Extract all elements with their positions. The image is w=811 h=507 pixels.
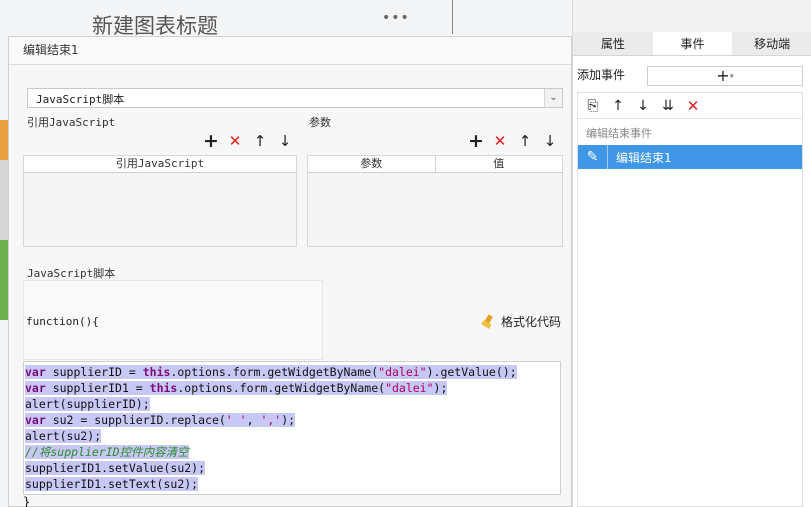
- event-item-label: 编辑结束1: [616, 150, 672, 165]
- move-up-icon[interactable]: ↑: [518, 133, 532, 149]
- move-down-icon[interactable]: ↓: [278, 133, 292, 149]
- add-event-label: 添加事件: [577, 68, 626, 82]
- code-token: var: [25, 381, 46, 395]
- ref-js-table[interactable]: 引用JavaScript: [23, 155, 297, 247]
- code-token: supplierID1.setValue(su2);: [25, 461, 206, 475]
- plus-icon: +: [716, 66, 730, 85]
- format-code-label: 格式化代码: [501, 315, 562, 329]
- code-token: ).getValue();: [426, 365, 517, 379]
- code-token: "dalei": [378, 365, 427, 379]
- guide-line: [452, 0, 453, 34]
- sort-icon[interactable]: ⇊: [661, 98, 675, 114]
- params-label: 参数: [309, 116, 331, 129]
- edit-event-dialog: 编辑结束1 JavaScript脚本 ⌄ 引用JavaScript 参数 + ✕…: [8, 36, 572, 507]
- code-token: ',': [260, 413, 282, 427]
- move-down-icon[interactable]: ↓: [543, 133, 557, 149]
- code-token: "dalei": [385, 381, 434, 395]
- params-toolbar: + ✕ ↑ ↓: [468, 132, 557, 151]
- code-token: su2 = supplierID.replace(: [45, 413, 226, 427]
- script-type-value: JavaScript脚本: [36, 93, 125, 106]
- code-line[interactable]: supplierID1.setText(su2);: [25, 476, 560, 492]
- move-down-icon[interactable]: ↓: [636, 98, 650, 114]
- code-token: var: [25, 365, 46, 379]
- value-column-header: 值: [493, 157, 505, 170]
- edit-icon[interactable]: ✎: [578, 145, 608, 169]
- event-group-label: 编辑结束事件: [586, 127, 652, 140]
- code-token: .options.form.getWidgetByName(: [170, 365, 379, 379]
- code-token: );: [433, 381, 448, 395]
- code-token: );: [281, 413, 296, 427]
- code-token: supplierID1.setText(su2);: [25, 477, 199, 491]
- code-line[interactable]: alert(supplierID);: [25, 396, 560, 412]
- copy-icon[interactable]: ⎘: [586, 98, 600, 114]
- ref-js-label: 引用JavaScript: [27, 116, 116, 129]
- script-type-select[interactable]: JavaScript脚本 ⌄: [27, 88, 563, 108]
- code-line[interactable]: //将supplierID控件内容清空: [25, 444, 560, 460]
- code-line[interactable]: supplierID1.setValue(su2);: [25, 460, 560, 476]
- more-options-icon[interactable]: •••: [382, 10, 410, 26]
- params-table[interactable]: 参数 值: [307, 155, 563, 247]
- delete-icon[interactable]: ✕: [228, 133, 242, 149]
- param-column-header: 参数: [308, 156, 436, 172]
- code-editor[interactable]: var supplierID = this.options.form.getWi…: [23, 361, 561, 495]
- code-line[interactable]: alert(su2);: [25, 428, 560, 444]
- add-event-button[interactable]: +▾: [647, 66, 803, 86]
- event-toolbar: ⎘ ↑ ↓ ⇊ ✕: [578, 93, 802, 119]
- tab-events[interactable]: 事件: [652, 32, 733, 55]
- brush-icon: [481, 315, 497, 329]
- script-section-label: JavaScript脚本: [27, 267, 116, 280]
- delete-icon[interactable]: ✕: [686, 97, 700, 115]
- code-token: alert(su2);: [25, 429, 102, 443]
- ref-js-column-header: 引用JavaScript: [115, 157, 205, 170]
- code-token: var: [25, 413, 46, 427]
- format-code-button[interactable]: 格式化代码: [481, 313, 561, 330]
- move-up-icon[interactable]: ↑: [611, 98, 625, 114]
- code-token: ,: [246, 413, 261, 427]
- code-token: .options.form.getWidgetByName(: [177, 381, 386, 395]
- code-line[interactable]: var su2 = supplierID.replace(' ', ',');: [25, 412, 560, 428]
- dialog-title: 编辑结束1: [9, 37, 571, 65]
- code-token: supplierID =: [45, 365, 143, 379]
- tab-properties[interactable]: 属性: [573, 32, 653, 55]
- function-header: function(){: [26, 315, 99, 328]
- function-header-area: function(){: [23, 280, 323, 360]
- code-token: alert(supplierID);: [25, 397, 150, 411]
- event-item[interactable]: ✎ 编辑结束1: [578, 145, 802, 169]
- ref-js-toolbar: + ✕ ↑ ↓: [203, 132, 292, 151]
- code-line[interactable]: var supplierID = this.options.form.getWi…: [25, 364, 560, 380]
- panel-top-bar: [573, 0, 811, 32]
- code-token: this: [142, 365, 171, 379]
- code-token: supplierID1 =: [45, 381, 150, 395]
- tab-mobile[interactable]: 移动端: [732, 32, 811, 55]
- add-icon[interactable]: +: [468, 132, 484, 151]
- event-list: ⎘ ↑ ↓ ⇊ ✕ 编辑结束事件 ✎ 编辑结束1: [577, 92, 803, 507]
- closing-brace: }: [23, 495, 31, 507]
- code-token: this: [149, 381, 178, 395]
- code-token: //将supplierID控件内容清空: [25, 445, 189, 459]
- code-token: ' ': [225, 413, 247, 427]
- code-line[interactable]: var supplierID1 = this.options.form.getW…: [25, 380, 560, 396]
- dropdown-arrow-icon: ▾: [729, 71, 734, 81]
- panel-tabs: 属性 事件 移动端: [573, 32, 811, 56]
- right-panel: 属性 事件 移动端 添加事件 +▾ ⎘ ↑ ↓ ⇊ ✕ 编辑结束事件 ✎ 编辑结…: [572, 0, 811, 507]
- move-up-icon[interactable]: ↑: [253, 133, 267, 149]
- delete-icon[interactable]: ✕: [493, 133, 507, 149]
- add-icon[interactable]: +: [203, 132, 219, 151]
- chevron-down-icon[interactable]: ⌄: [544, 89, 562, 107]
